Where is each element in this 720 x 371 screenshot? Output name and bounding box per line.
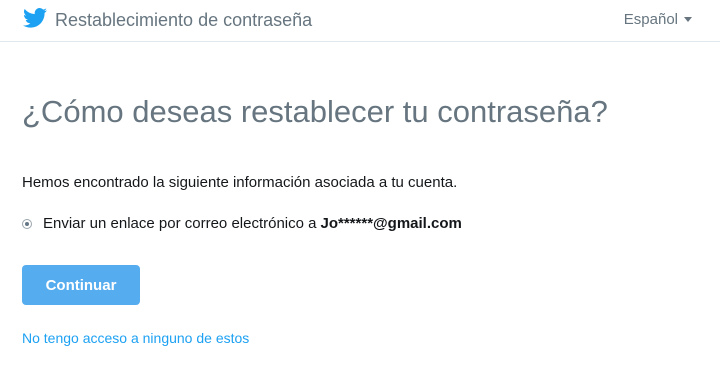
masked-email: Jo******@gmail.com: [320, 215, 462, 232]
header-title: Restablecimiento de contraseña: [55, 10, 313, 30]
no-access-link[interactable]: No tengo acceso a ninguno de estos: [22, 329, 249, 347]
page-title: ¿Cómo deseas restablecer tu contraseña?: [22, 94, 608, 129]
email-option-radio[interactable]: [22, 219, 32, 229]
language-selector[interactable]: Español: [624, 11, 692, 29]
continue-button[interactable]: Continuar: [22, 265, 140, 305]
language-label: Español: [623, 11, 678, 28]
twitter-bird-icon[interactable]: [23, 8, 47, 28]
info-text: Hemos encontrado la siguiente informació…: [22, 174, 458, 191]
email-option-label: Enviar un enlace por correo electrónico …: [43, 215, 317, 232]
email-reset-option[interactable]: Enviar un enlace por correo electrónico …: [22, 214, 462, 234]
chevron-down-icon: [684, 16, 692, 22]
header-bar: Restablecimiento de contraseña Español: [0, 0, 720, 42]
